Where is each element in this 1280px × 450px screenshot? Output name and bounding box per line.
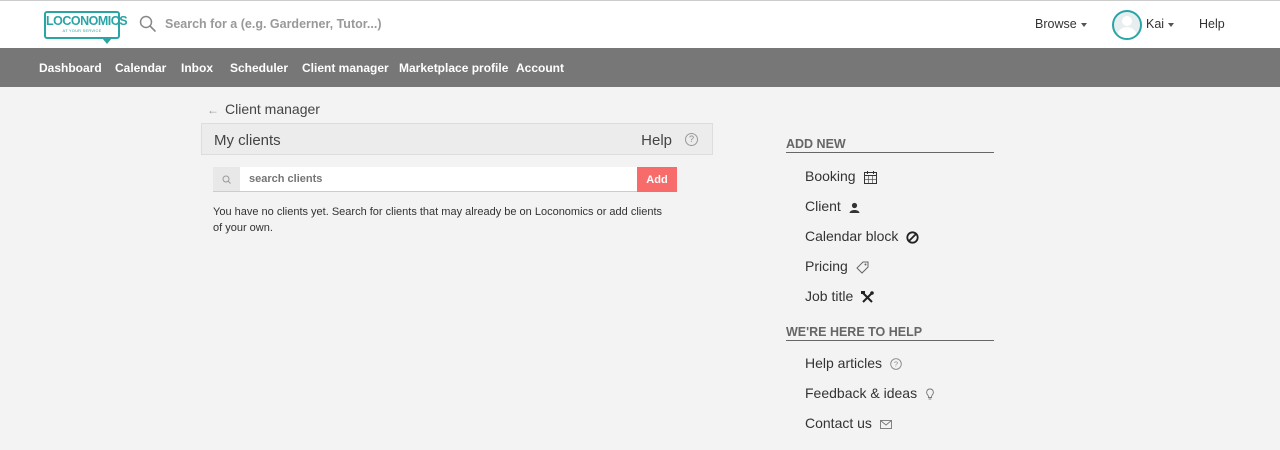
add-calendar-block-label: Calendar block	[805, 228, 899, 244]
empty-state-message: You have no clients yet. Search for clie…	[213, 206, 663, 234]
lightbulb-icon	[925, 388, 935, 401]
user-menu[interactable]: Kai	[1146, 17, 1175, 31]
search-icon	[213, 167, 240, 192]
browse-menu[interactable]: Browse	[1035, 17, 1087, 31]
add-client-link[interactable]: Client	[805, 198, 860, 214]
top-bar: LOCONOMICS AT YOUR SERVICE Search for a …	[0, 0, 1280, 48]
block-icon	[906, 231, 919, 244]
svg-text:?: ?	[894, 360, 898, 369]
chevron-down-icon	[1080, 22, 1087, 27]
feedback-link[interactable]: Feedback & ideas	[805, 385, 935, 401]
feedback-label: Feedback & ideas	[805, 385, 918, 401]
client-search-input[interactable]	[240, 167, 637, 192]
question-icon[interactable]: ?	[685, 133, 698, 146]
panel-help-link[interactable]: Help	[641, 132, 672, 149]
browse-label: Browse	[1035, 17, 1077, 31]
add-booking-label: Booking	[805, 168, 856, 184]
help-heading: WE'RE HERE TO HELP	[786, 325, 994, 341]
user-icon	[849, 202, 860, 213]
tag-icon	[856, 261, 869, 274]
help-articles-link[interactable]: Help articles?	[805, 355, 902, 371]
search-icon[interactable]	[139, 15, 157, 33]
logo-tagline: AT YOUR SERVICE	[62, 28, 102, 33]
logo[interactable]: LOCONOMICS AT YOUR SERVICE	[44, 11, 128, 44]
avatar[interactable]	[1112, 10, 1142, 40]
add-client-label: Client	[805, 198, 841, 214]
add-booking-link[interactable]: Booking	[805, 168, 877, 184]
global-search-input[interactable]: Search for a (e.g. Garderner, Tutor...)	[165, 17, 382, 31]
add-new-heading: ADD NEW	[786, 137, 994, 153]
client-search: Add	[213, 167, 677, 192]
contact-us-label: Contact us	[805, 415, 872, 431]
add-calendar-block-link[interactable]: Calendar block	[805, 228, 919, 244]
main-nav: Dashboard Calendar Inbox Scheduler Clien…	[0, 48, 1280, 87]
page-title: My clients	[214, 132, 281, 149]
help-link[interactable]: Help	[1199, 17, 1225, 31]
arrow-left-icon: ←	[207, 103, 219, 117]
panel-header: My clients Help ?	[201, 123, 713, 155]
nav-item-marketplace-profile[interactable]: Marketplace profile	[399, 61, 508, 75]
nav-item-client-manager[interactable]: Client manager	[302, 61, 389, 75]
logo-text: LOCONOMICS	[46, 14, 128, 28]
help-articles-label: Help articles	[805, 355, 883, 371]
question-icon: ?	[890, 358, 902, 371]
nav-item-calendar[interactable]: Calendar	[115, 61, 166, 75]
nav-item-inbox[interactable]: Inbox	[181, 61, 213, 75]
add-pricing-link[interactable]: Pricing	[805, 258, 869, 274]
add-job-title-link[interactable]: Job title	[805, 288, 875, 304]
nav-item-account[interactable]: Account	[516, 61, 564, 75]
back-label: Client manager	[225, 101, 320, 117]
nav-item-scheduler[interactable]: Scheduler	[230, 61, 288, 75]
envelope-icon	[879, 419, 892, 429]
add-client-button[interactable]: Add	[637, 167, 677, 192]
add-job-title-label: Job title	[805, 288, 854, 304]
chevron-down-icon	[1168, 22, 1175, 27]
nav-item-dashboard[interactable]: Dashboard	[39, 61, 102, 75]
contact-us-link[interactable]: Contact us	[805, 415, 892, 431]
back-link[interactable]: ← Client manager	[207, 101, 320, 117]
calendar-icon	[863, 170, 877, 184]
tools-icon	[861, 290, 875, 304]
user-name: Kai	[1146, 17, 1165, 31]
add-pricing-label: Pricing	[805, 258, 848, 274]
